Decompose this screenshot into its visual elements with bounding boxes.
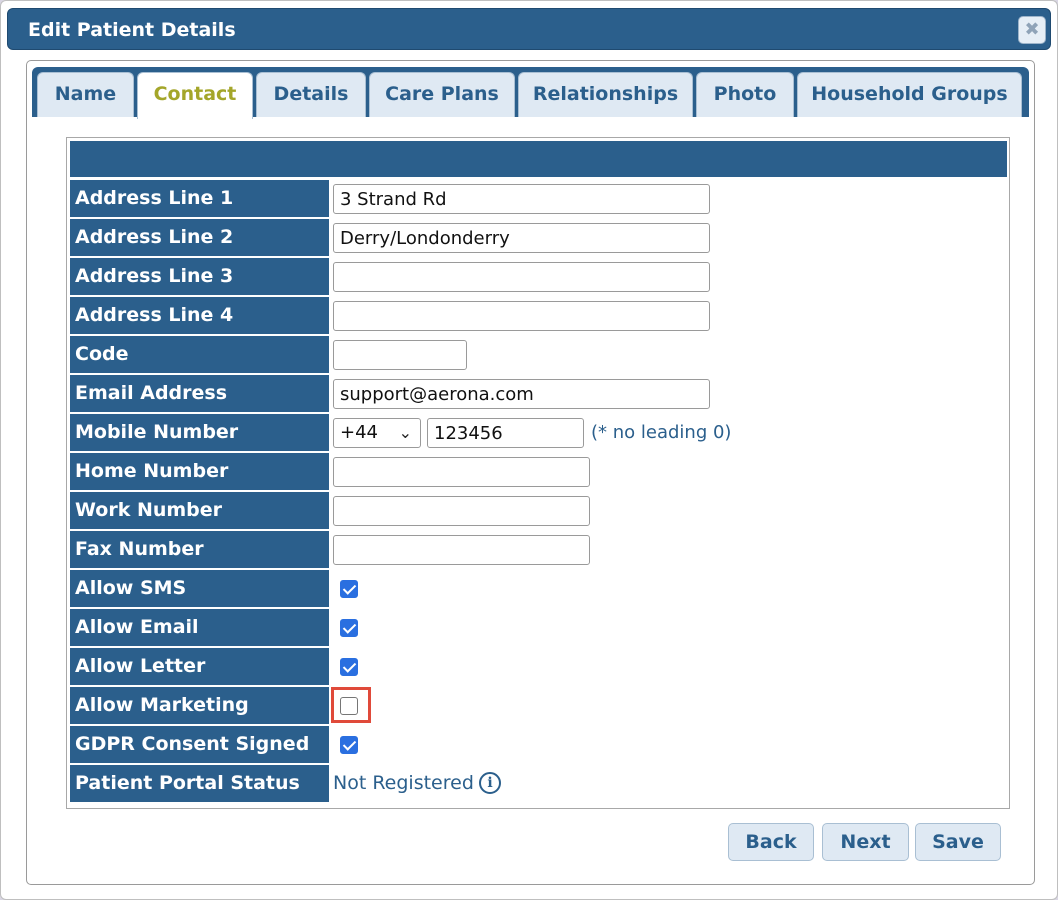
dialog-panel: Name Contact Details Care Plans Relation… (26, 60, 1035, 885)
row-code: Code (70, 336, 1007, 373)
address-line-1-input[interactable] (333, 184, 710, 214)
work-number-input[interactable] (333, 496, 590, 526)
row-address-line-1: Address Line 1 (70, 180, 1007, 217)
row-mobile: Mobile Number +44 ⌄ (* no leading 0) (70, 414, 1007, 451)
code-label: Code (70, 336, 329, 373)
edit-patient-dialog: Edit Patient Details ✖ Name Contact Deta… (0, 0, 1058, 900)
tab-care-plans[interactable]: Care Plans (369, 72, 515, 117)
mobile-input[interactable] (427, 418, 584, 448)
allow-email-label: Allow Email (70, 609, 329, 646)
portal-status-value: Not Registered (333, 772, 474, 794)
row-address-line-2: Address Line 2 (70, 219, 1007, 256)
address-line-4-input[interactable] (333, 301, 710, 331)
row-home: Home Number (70, 453, 1007, 490)
dialog-title: Edit Patient Details (28, 19, 236, 41)
tab-photo[interactable]: Photo (696, 72, 794, 117)
fax-label: Fax Number (70, 531, 329, 568)
address-line-2-label: Address Line 2 (70, 219, 329, 256)
row-gdpr: GDPR Consent Signed (70, 726, 1007, 763)
mobile-label: Mobile Number (70, 414, 329, 451)
row-allow-email: Allow Email (70, 609, 1007, 646)
country-code-select[interactable]: +44 ⌄ (333, 418, 421, 448)
email-input[interactable] (333, 379, 710, 409)
row-work: Work Number (70, 492, 1007, 529)
contact-form: Address Line 1 Address Line 2 Address Li… (66, 137, 1010, 809)
gdpr-label: GDPR Consent Signed (70, 726, 329, 763)
row-allow-sms: Allow SMS (70, 570, 1007, 607)
address-line-2-input[interactable] (333, 223, 710, 253)
home-number-input[interactable] (333, 457, 590, 487)
save-button[interactable]: Save (915, 823, 1001, 861)
dialog-titlebar: Edit Patient Details ✖ (7, 8, 1051, 50)
back-button[interactable]: Back (728, 823, 814, 861)
row-allow-letter: Allow Letter (70, 648, 1007, 685)
row-allow-marketing: Allow Marketing (70, 687, 1007, 724)
work-label: Work Number (70, 492, 329, 529)
chevron-down-icon: ⌄ (398, 423, 412, 442)
allow-email-checkbox[interactable] (340, 619, 358, 637)
tab-bar: Name Contact Details Care Plans Relation… (32, 67, 1029, 119)
email-label: Email Address (70, 375, 329, 412)
gdpr-consent-checkbox[interactable] (340, 736, 358, 754)
code-input[interactable] (333, 340, 467, 370)
allow-marketing-checkbox[interactable] (340, 697, 358, 715)
tab-details[interactable]: Details (256, 72, 366, 117)
allow-sms-checkbox[interactable] (340, 580, 358, 598)
fax-number-input[interactable] (333, 535, 590, 565)
next-button[interactable]: Next (822, 823, 909, 861)
row-email: Email Address (70, 375, 1007, 412)
allow-sms-label: Allow SMS (70, 570, 329, 607)
mobile-hint: (* no leading 0) (591, 422, 732, 443)
address-line-4-label: Address Line 4 (70, 297, 329, 334)
portal-status-label: Patient Portal Status (70, 765, 329, 802)
country-code-value: +44 (340, 422, 378, 443)
row-address-line-3: Address Line 3 (70, 258, 1007, 295)
tab-contact[interactable]: Contact (137, 72, 253, 119)
allow-letter-checkbox[interactable] (340, 658, 358, 676)
address-line-3-input[interactable] (333, 262, 710, 292)
allow-marketing-label: Allow Marketing (70, 687, 329, 724)
home-label: Home Number (70, 453, 329, 490)
row-address-line-4: Address Line 4 (70, 297, 1007, 334)
tab-household-groups[interactable]: Household Groups (797, 72, 1022, 117)
tab-name[interactable]: Name (37, 72, 134, 117)
address-line-3-label: Address Line 3 (70, 258, 329, 295)
address-line-1-label: Address Line 1 (70, 180, 329, 217)
info-icon[interactable]: i (479, 772, 501, 794)
form-header-bar (70, 141, 1007, 177)
close-icon[interactable]: ✖ (1018, 16, 1046, 44)
row-fax: Fax Number (70, 531, 1007, 568)
row-portal-status: Patient Portal Status Not Registered i (70, 765, 1007, 802)
allow-letter-label: Allow Letter (70, 648, 329, 685)
tab-relationships[interactable]: Relationships (518, 72, 693, 117)
